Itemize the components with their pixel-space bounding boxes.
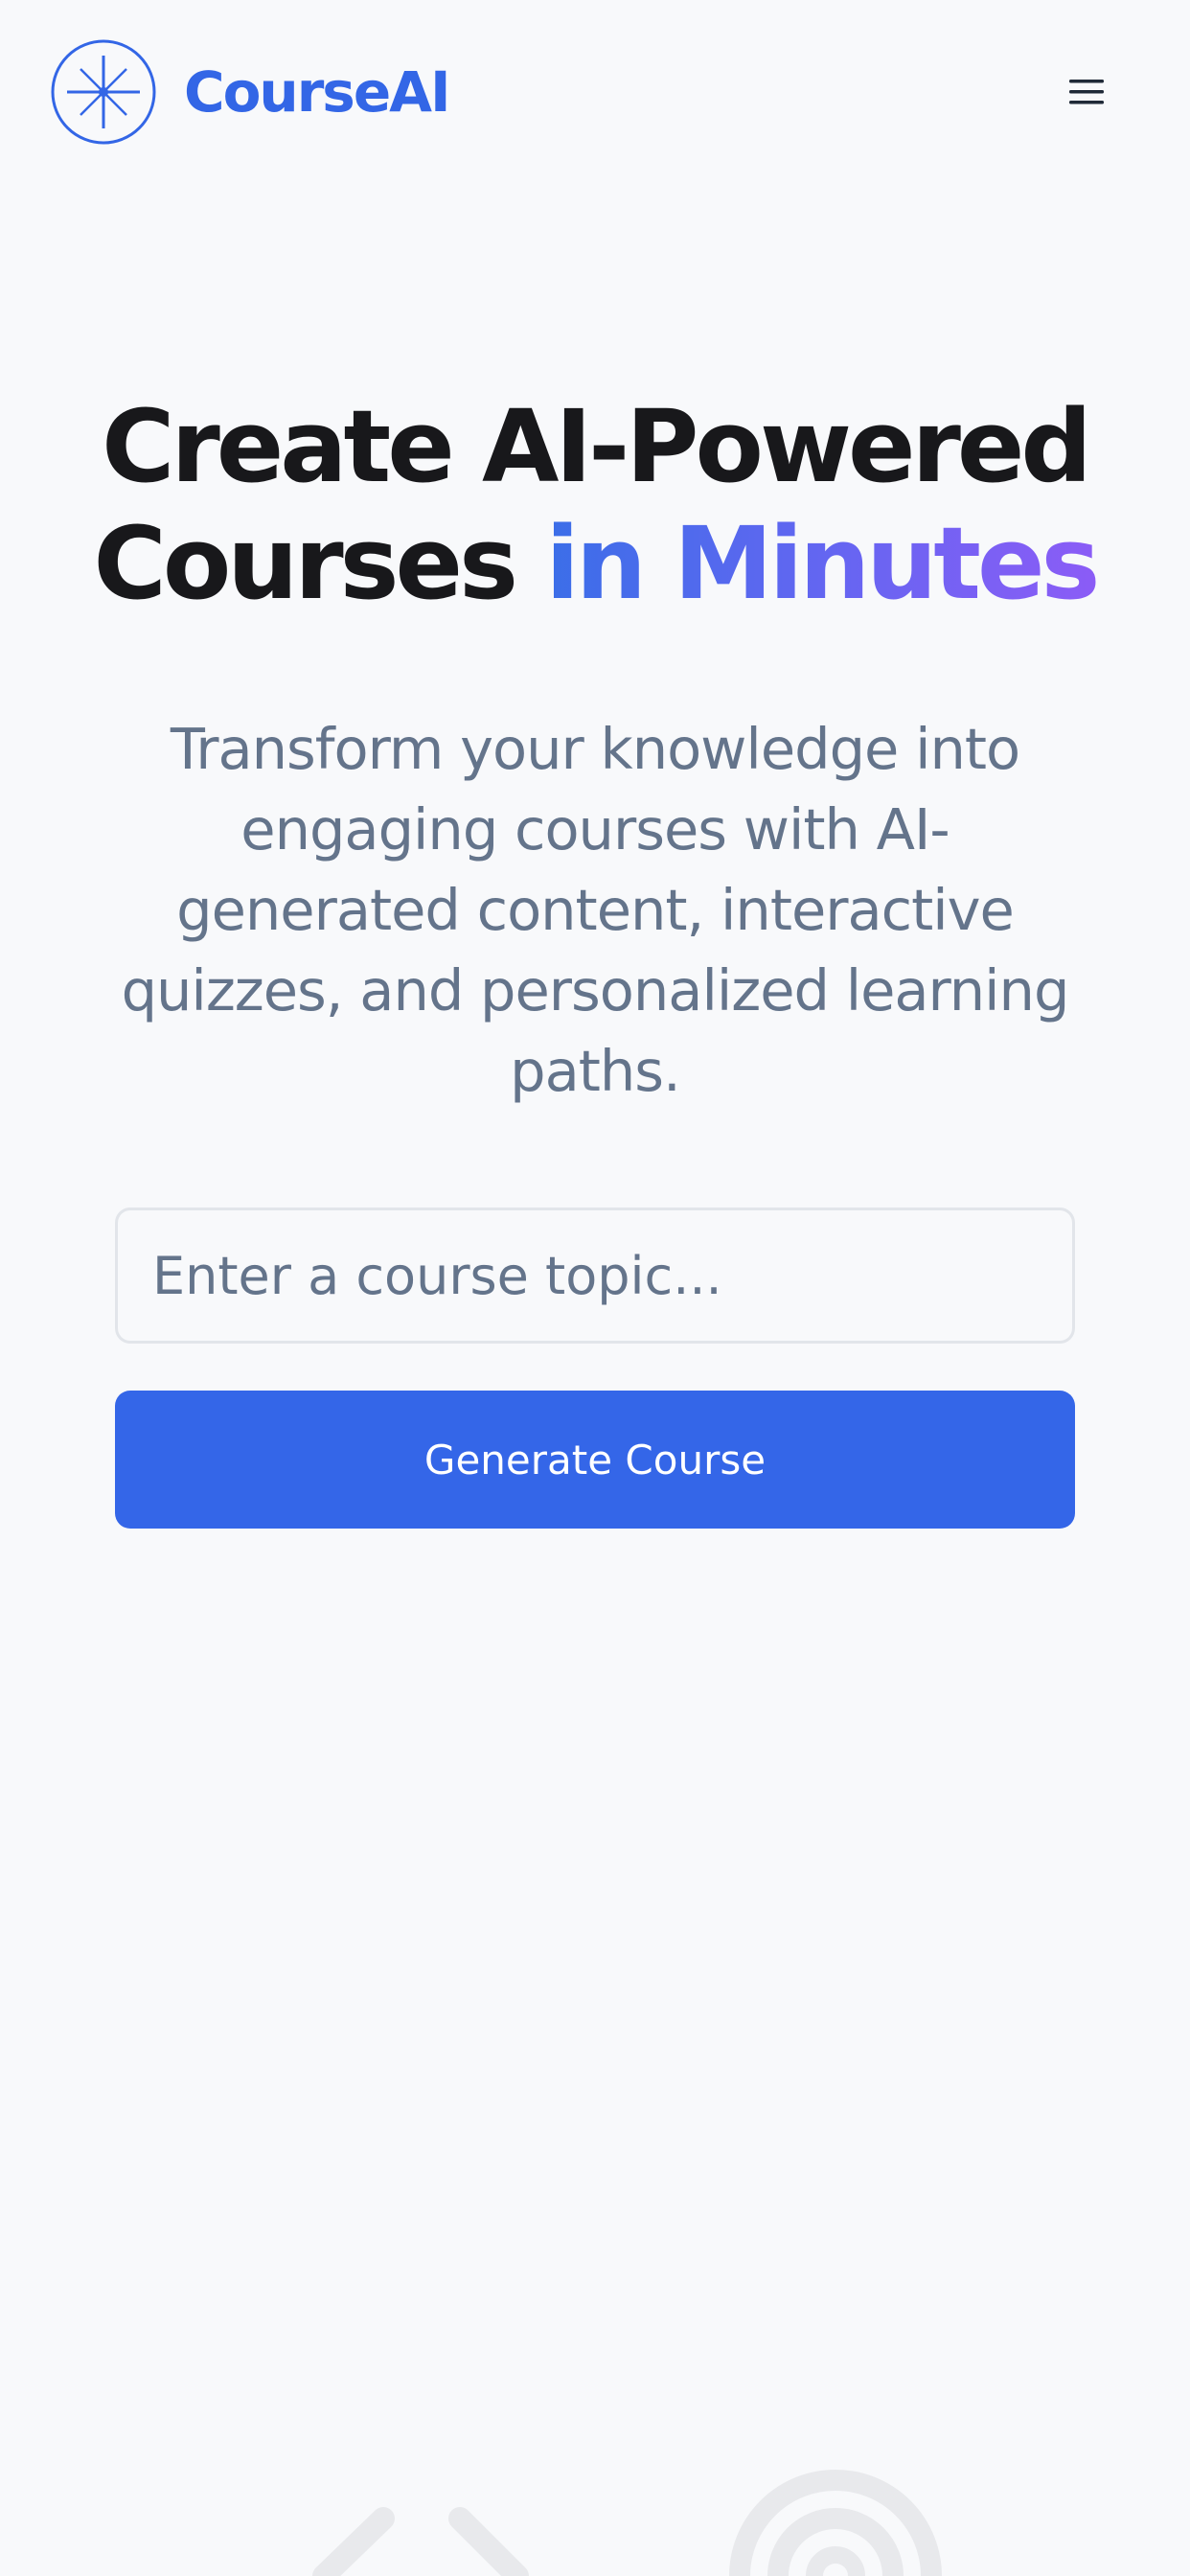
code-brackets-icon [312,2507,529,2576]
hamburger-menu-icon [1069,80,1104,104]
decorative-graphics [0,2396,1190,2576]
course-topic-input[interactable] [115,1208,1075,1344]
hero-title: Create AI-Powered Courses in Minutes [57,388,1133,622]
hero-title-line1: Create AI-Powered [102,388,1092,505]
asterisk-compass-icon [51,39,156,145]
brand-name[interactable]: CourseAI [184,56,451,128]
hero-title-line2-plain: Courses [93,505,546,622]
generate-course-button[interactable]: Generate Course [115,1391,1075,1529]
menu-button[interactable] [1054,59,1119,125]
hero-subtitle: Transform your knowledge into engaging c… [121,716,1070,1104]
landing-page: CourseAI Create AI-Powered Courses in Mi… [0,0,1190,2576]
hero-title-accent: in Minutes [545,505,1100,622]
logo-icon[interactable] [50,38,157,146]
target-icon [729,2470,942,2576]
top-navbar: CourseAI [0,0,1190,182]
